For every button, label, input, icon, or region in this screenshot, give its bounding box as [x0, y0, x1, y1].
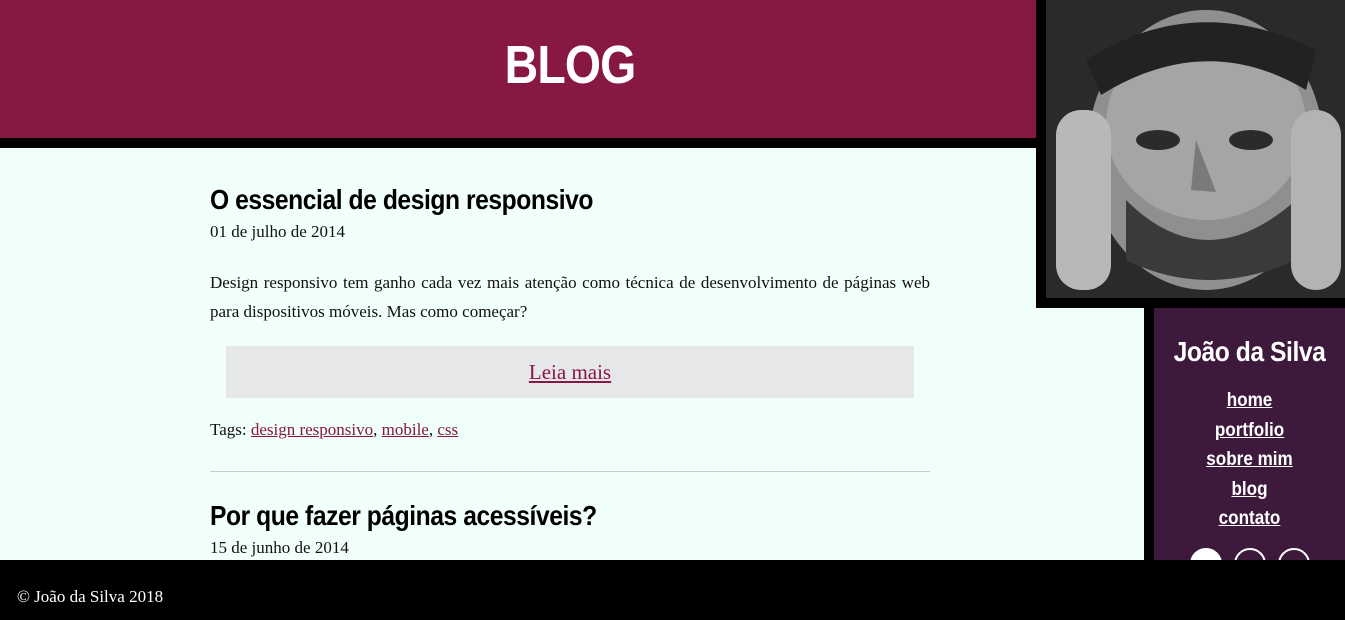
blog-post: Por que fazer páginas acessíveis? 15 de …	[210, 500, 930, 558]
nav-item-portfolio[interactable]: portfolio	[1164, 416, 1336, 446]
profile-photo	[1046, 0, 1345, 298]
sidebar-border	[1144, 308, 1154, 560]
post-tags: Tags: design responsivo, mobile, css	[210, 420, 459, 439]
nav-item-sobre-mim[interactable]: sobre mim	[1164, 445, 1336, 475]
profile-photo-frame	[1036, 0, 1345, 308]
post-title[interactable]: O essencial de design responsivo	[210, 184, 844, 216]
page-footer: © João da Silva 2018	[0, 560, 1345, 620]
tag-link[interactable]: css	[437, 420, 458, 439]
post-date: 01 de julho de 2014	[210, 222, 346, 241]
nav-item-home[interactable]: home	[1164, 386, 1336, 416]
nav-item-blog[interactable]: blog	[1164, 475, 1336, 505]
page-title: BLOG	[504, 35, 637, 95]
post-divider	[210, 471, 930, 472]
tag-link[interactable]: mobile	[382, 420, 429, 439]
profile-name: João da Silva	[1173, 336, 1326, 367]
copyright-text: © João da Silva 2018	[17, 587, 164, 606]
sidebar: João da Silva home portfolio sobre mim b…	[1154, 308, 1345, 580]
main-nav: home portfolio sobre mim blog contato	[1154, 386, 1345, 534]
blog-main: O essencial de design responsivo 01 de j…	[210, 148, 930, 560]
header-divider	[0, 138, 1036, 148]
post-excerpt: Design responsivo tem ganho cada vez mai…	[210, 273, 930, 321]
tag-link[interactable]: design responsivo	[251, 420, 373, 439]
post-title[interactable]: Por que fazer páginas acessíveis?	[210, 500, 844, 532]
read-more-link[interactable]: Leia mais	[529, 360, 611, 385]
nav-item-contato[interactable]: contato	[1164, 504, 1336, 534]
post-date: 15 de junho de 2014	[210, 538, 349, 557]
read-more-box: Leia mais	[226, 346, 914, 398]
portrait-image	[1046, 0, 1345, 298]
blog-post: O essencial de design responsivo 01 de j…	[210, 184, 930, 440]
tags-label: Tags:	[210, 420, 247, 439]
